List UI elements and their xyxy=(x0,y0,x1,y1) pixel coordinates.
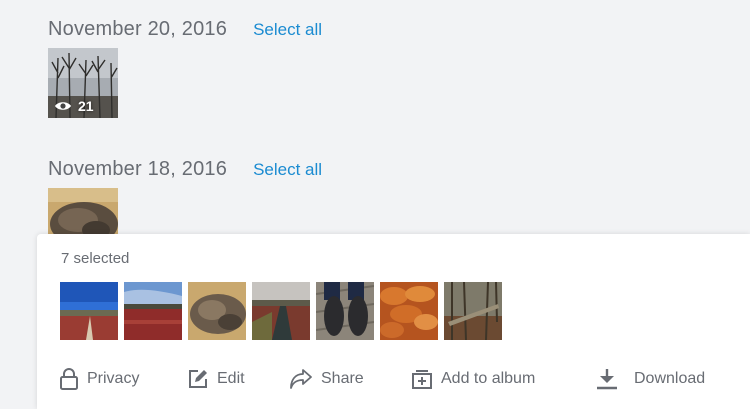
share-button[interactable]: Share xyxy=(289,364,364,394)
eye-icon xyxy=(55,102,71,110)
date-label: November 18, 2016 xyxy=(48,158,228,180)
edit-label: Edit xyxy=(217,370,245,387)
download-button[interactable]: Download xyxy=(594,364,705,394)
add-to-album-label: Add to album xyxy=(441,370,536,387)
privacy-label: Privacy xyxy=(87,370,140,387)
date-header: November 18, 2016 Select all xyxy=(48,158,322,181)
selection-actions: Privacy Edit Share Add to album Download xyxy=(59,364,749,394)
selected-thumbnail[interactable] xyxy=(124,282,182,340)
date-group-nov-18: November 18, 2016 Select all xyxy=(48,158,322,181)
selected-count: 7 selected xyxy=(61,250,130,267)
date-group-nov-20: November 20, 2016 Select all xyxy=(48,18,322,41)
selected-thumbnail[interactable] xyxy=(444,282,502,340)
select-all-link[interactable]: Select all xyxy=(253,20,322,40)
date-label: November 20, 2016 xyxy=(48,18,228,40)
select-all-link[interactable]: Select all xyxy=(253,160,322,180)
shoes-on-boardwalk-photo xyxy=(316,282,374,340)
add-to-album-button[interactable]: Add to album xyxy=(411,364,535,394)
share-label: Share xyxy=(321,370,364,387)
selected-thumbnail[interactable] xyxy=(252,282,310,340)
stream-field-photo xyxy=(252,282,310,340)
share-icon xyxy=(290,369,312,389)
date-header: November 20, 2016 Select all xyxy=(48,18,322,41)
forest-fallen-tree-photo xyxy=(444,282,502,340)
edit-icon xyxy=(189,370,207,388)
orange-mushrooms-photo xyxy=(380,282,438,340)
download-label: Download xyxy=(634,370,706,387)
selected-thumbnail[interactable] xyxy=(188,282,246,340)
selected-thumbnail[interactable] xyxy=(380,282,438,340)
sleeping-cat-photo xyxy=(188,282,246,340)
lock-icon xyxy=(60,368,78,390)
selected-thumbnail[interactable] xyxy=(316,282,374,340)
view-count: 21 xyxy=(54,98,94,114)
view-count-value: 21 xyxy=(78,98,94,114)
selection-panel: 7 selected Privacy Edit Share Add to alb… xyxy=(37,234,750,409)
privacy-button[interactable]: Privacy xyxy=(59,364,139,394)
edit-button[interactable]: Edit xyxy=(187,364,245,394)
selected-thumbnails xyxy=(60,282,508,340)
blue-sky-field-photo xyxy=(60,282,118,340)
red-bog-field-photo xyxy=(124,282,182,340)
selected-thumbnail[interactable] xyxy=(60,282,118,340)
download-icon xyxy=(597,369,617,390)
photo-thumbnail[interactable]: 21 xyxy=(48,48,118,118)
add-to-album-icon xyxy=(412,370,432,389)
